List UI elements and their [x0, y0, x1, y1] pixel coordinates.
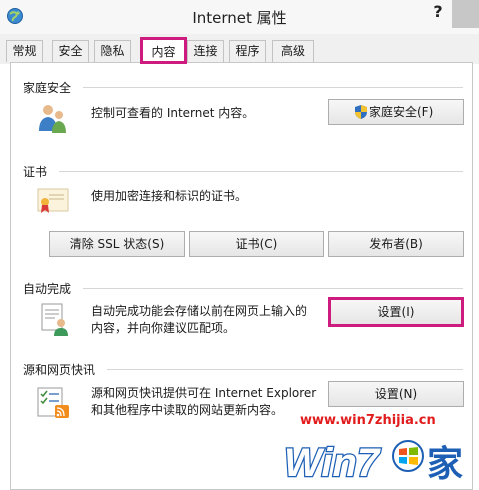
tab-programs[interactable]: 程序 [229, 40, 266, 62]
tab-advanced[interactable]: 高级 [272, 40, 314, 62]
family-safety-description: 控制可查看的 Internet 内容。 [91, 106, 255, 120]
tab-strip: 常规 安全 隐私 内容 连接 程序 高级 [0, 34, 479, 64]
tab-connections[interactable]: 连接 [187, 40, 224, 62]
family-safety-icon [39, 105, 66, 133]
certificates-description: 使用加密连接和标识的证书。 [91, 189, 248, 203]
autocomplete-settings-button[interactable]: 设置(I) [328, 297, 464, 327]
window-title: Internet 属性 [192, 9, 287, 27]
windows-flag-icon [392, 440, 424, 472]
certificates-button[interactable]: 证书(C) [189, 231, 324, 257]
autocomplete-icon [41, 303, 68, 336]
certificates-divider [59, 171, 463, 172]
shield-icon [355, 105, 367, 119]
autocomplete-title: 自动完成 [23, 282, 72, 296]
tab-security[interactable]: 安全 [52, 40, 89, 62]
certificates-title: 证书 [23, 165, 48, 179]
autocomplete-description-line-1: 自动完成功能会存储以前在网页上输入的 [91, 304, 308, 318]
family-safety-button-label: 家庭安全(F) [369, 105, 434, 119]
watermark-logo-suffix: 家 [427, 444, 463, 485]
feeds-title: 源和网页快讯 [23, 363, 96, 377]
autocomplete-divider [83, 288, 463, 289]
feeds-settings-button[interactable]: 设置(N) [328, 381, 464, 407]
tab-content[interactable]: 内容 [140, 37, 187, 64]
feeds-divider [107, 369, 463, 370]
clear-ssl-state-button[interactable]: 清除 SSL 状态(S) [49, 231, 185, 257]
publishers-button[interactable]: 发布者(B) [328, 231, 464, 257]
watermark-url: www.win7zhijia.cn [300, 413, 436, 428]
win7-home-logo: Win7 家 [283, 440, 464, 487]
close-button[interactable] [452, 0, 479, 28]
watermark-logo-text: Win7 [284, 441, 381, 485]
title-bar: Internet 属性 ? [0, 0, 479, 34]
feeds-description-line-2: 和其他程序中读取的网站更新内容。 [91, 403, 284, 417]
family-safety-title: 家庭安全 [23, 81, 72, 95]
feeds-description-line-1: 源和网页快讯提供可在 Internet Explorer [91, 386, 317, 400]
autocomplete-description-line-2: 内容，并向你建议匹配项。 [91, 321, 236, 335]
family-safety-button[interactable]: 家庭安全(F) [328, 99, 464, 125]
help-button[interactable]: ? [428, 2, 448, 26]
tab-privacy[interactable]: 隐私 [94, 40, 131, 62]
tab-general[interactable]: 常规 [6, 40, 43, 62]
certificate-icon [37, 188, 69, 213]
feeds-icon [37, 387, 69, 418]
family-safety-divider [83, 87, 463, 88]
